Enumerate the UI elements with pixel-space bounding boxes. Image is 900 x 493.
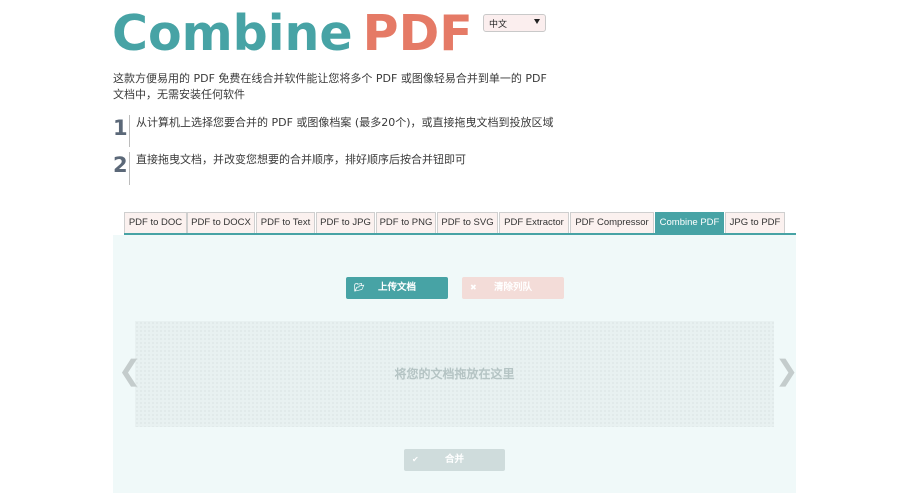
folder-open-icon: 📂︎ <box>354 283 365 292</box>
next-arrow-icon[interactable]: ❯ <box>775 356 798 386</box>
step-number: 2 <box>113 153 128 177</box>
language-select[interactable]: 中文 <box>483 14 546 32</box>
upload-button-label: 上传文档 <box>377 282 416 293</box>
logo-word-combine: Combine <box>112 5 353 62</box>
drop-zone[interactable]: 将您的文档拖放在这里 <box>135 321 774 427</box>
tab-pdf-to-svg[interactable]: PDF to SVG <box>437 212 498 233</box>
checkmark-icon: ✔ <box>412 455 419 464</box>
tab-pdf-compressor[interactable]: PDF Compressor <box>570 212 654 233</box>
tab-jpg-to-pdf[interactable]: JPG to PDF <box>725 212 785 233</box>
step-divider <box>129 115 130 147</box>
tab-pdf-extractor[interactable]: PDF Extractor <box>499 212 569 233</box>
tool-tabs: PDF to DOC PDF to DOCX PDF to Text PDF t… <box>124 212 796 234</box>
logo-word-pdf: PDF <box>362 5 473 62</box>
step-text: 直接拖曳文档，并改变您想要的合并顺序，排好顺序后按合并钮即可 <box>136 153 466 166</box>
language-select-value: 中文 <box>489 20 508 30</box>
tab-combine-pdf[interactable]: Combine PDF <box>655 212 724 233</box>
step-number: 1 <box>113 116 128 140</box>
tab-pdf-to-text[interactable]: PDF to Text <box>256 212 315 233</box>
drop-zone-message: 将您的文档拖放在这里 <box>394 367 515 381</box>
close-icon: ✖ <box>470 283 477 292</box>
intro-text: 这款方便易用的 PDF 免费在线合并软件能让您将多个 PDF 或图像轻易合并到单… <box>113 72 547 101</box>
tab-pdf-to-png[interactable]: PDF to PNG <box>376 212 436 233</box>
tab-pdf-to-doc[interactable]: PDF to DOC <box>124 212 187 233</box>
combine-panel: 📂︎ 上传文档 ✖ 清除列队 将您的文档拖放在这里 ✔ 合并 <box>113 235 796 493</box>
tab-pdf-to-jpg[interactable]: PDF to JPG <box>316 212 375 233</box>
logo: Combine PDF <box>112 4 473 64</box>
chevron-down-icon <box>534 19 540 24</box>
tab-pdf-to-docx[interactable]: PDF to DOCX <box>187 212 255 233</box>
previous-arrow-icon[interactable]: ❮ <box>118 356 141 386</box>
combine-button[interactable]: ✔ 合并 <box>404 449 505 471</box>
step-text: 从计算机上选择您要合并的 PDF 或图像档案 (最多20个)，或直接拖曳文档到投… <box>136 116 554 129</box>
clear-queue-button[interactable]: ✖ 清除列队 <box>462 277 564 299</box>
upload-button[interactable]: 📂︎ 上传文档 <box>346 277 448 299</box>
step-divider <box>129 152 130 185</box>
combine-button-label: 合并 <box>444 454 464 465</box>
clear-queue-button-label: 清除列队 <box>493 282 532 293</box>
